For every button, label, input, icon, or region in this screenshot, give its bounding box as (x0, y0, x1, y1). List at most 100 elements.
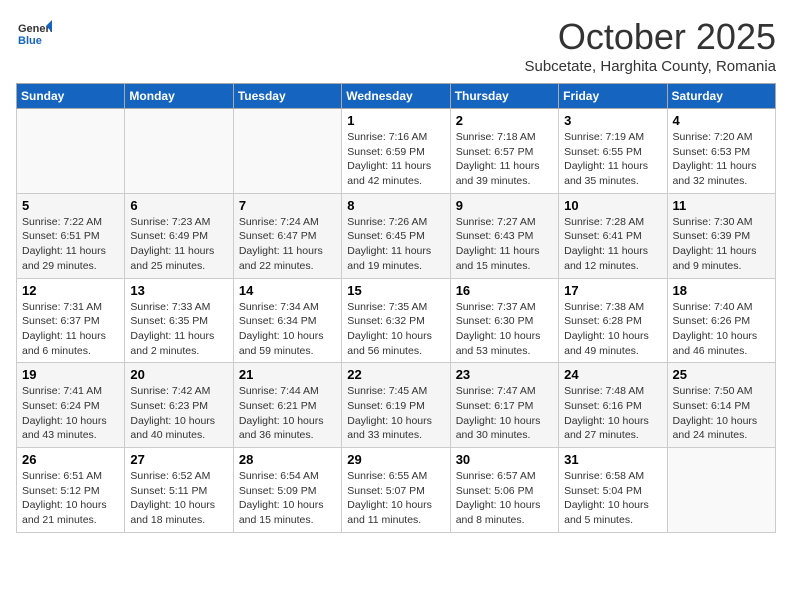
day-number: 28 (239, 452, 336, 467)
day-number: 11 (673, 198, 770, 213)
header-sunday: Sunday (17, 84, 125, 109)
calendar-week-row: 1Sunrise: 7:16 AM Sunset: 6:59 PM Daylig… (17, 109, 776, 194)
day-number: 29 (347, 452, 444, 467)
header-thursday: Thursday (450, 84, 558, 109)
day-number: 30 (456, 452, 553, 467)
day-content: Sunrise: 7:20 AM Sunset: 6:53 PM Dayligh… (673, 130, 770, 189)
day-number: 1 (347, 113, 444, 128)
day-content: Sunrise: 7:33 AM Sunset: 6:35 PM Dayligh… (130, 300, 227, 359)
table-row: 8 Sunrise: 7:26 AM Sunset: 6:45 PM Daylig… (342, 193, 450, 278)
header-tuesday: Tuesday (233, 84, 341, 109)
table-row: 6Sunrise: 7:23 AM Sunset: 6:49 PM Daylig… (125, 193, 233, 278)
logo: General Blue (16, 16, 52, 52)
table-row: 29 Sunrise: 6:55 AM Sunset: 5:07 PM Dayli… (342, 448, 450, 533)
table-row: 5Sunrise: 7:22 AM Sunset: 6:51 PM Daylig… (17, 193, 125, 278)
day-number: 10 (564, 198, 661, 213)
day-number: 22 (347, 367, 444, 382)
day-content: Sunrise: 7:48 AM Sunset: 6:16 PM Dayligh… (564, 384, 661, 443)
table-row: 2Sunrise: 7:18 AM Sunset: 6:57 PM Daylig… (450, 109, 558, 194)
calendar-week-row: 19 Sunrise: 7:41 AM Sunset: 6:24 PM Dayli… (17, 363, 776, 448)
table-row: 9 Sunrise: 7:27 AM Sunset: 6:43 PM Daylig… (450, 193, 558, 278)
day-content: Sunrise: 7:38 AM Sunset: 6:28 PM Dayligh… (564, 300, 661, 359)
table-row: 10 Sunrise: 7:28 AM Sunset: 6:41 PM Dayli… (559, 193, 667, 278)
table-row (233, 109, 341, 194)
day-number: 13 (130, 283, 227, 298)
table-row: 18 Sunrise: 7:40 AM Sunset: 6:26 PM Dayli… (667, 278, 775, 363)
table-row (125, 109, 233, 194)
table-row (667, 448, 775, 533)
day-number: 8 (347, 198, 444, 213)
day-content: Sunrise: 7:41 AM Sunset: 6:24 PM Dayligh… (22, 384, 119, 443)
day-number: 3 (564, 113, 661, 128)
table-row: 7 Sunrise: 7:24 AM Sunset: 6:47 PM Daylig… (233, 193, 341, 278)
day-content: Sunrise: 7:37 AM Sunset: 6:30 PM Dayligh… (456, 300, 553, 359)
day-number: 7 (239, 198, 336, 213)
table-row: 22 Sunrise: 7:45 AM Sunset: 6:19 PM Dayli… (342, 363, 450, 448)
calendar-header-row: Sunday Monday Tuesday Wednesday Thursday… (17, 84, 776, 109)
day-content: Sunrise: 6:55 AM Sunset: 5:07 PM Dayligh… (347, 469, 444, 528)
table-row: 12Sunrise: 7:31 AM Sunset: 6:37 PM Dayli… (17, 278, 125, 363)
day-content: Sunrise: 7:31 AM Sunset: 6:37 PM Dayligh… (22, 300, 119, 359)
day-number: 24 (564, 367, 661, 382)
table-row: 13 Sunrise: 7:33 AM Sunset: 6:35 PM Dayli… (125, 278, 233, 363)
logo-icon: General Blue (16, 16, 52, 52)
day-number: 23 (456, 367, 553, 382)
calendar-subtitle: Subcetate, Harghita County, Romania (524, 58, 776, 75)
calendar-week-row: 12Sunrise: 7:31 AM Sunset: 6:37 PM Dayli… (17, 278, 776, 363)
day-content: Sunrise: 7:44 AM Sunset: 6:21 PM Dayligh… (239, 384, 336, 443)
day-number: 9 (456, 198, 553, 213)
table-row: 25 Sunrise: 7:50 AM Sunset: 6:14 PM Dayli… (667, 363, 775, 448)
day-content: Sunrise: 6:57 AM Sunset: 5:06 PM Dayligh… (456, 469, 553, 528)
calendar-table: Sunday Monday Tuesday Wednesday Thursday… (16, 83, 776, 533)
day-number: 6 (130, 198, 227, 213)
table-row: 20 Sunrise: 7:42 AM Sunset: 6:23 PM Dayli… (125, 363, 233, 448)
day-content: Sunrise: 7:42 AM Sunset: 6:23 PM Dayligh… (130, 384, 227, 443)
day-number: 5 (22, 198, 119, 213)
table-row: 1Sunrise: 7:16 AM Sunset: 6:59 PM Daylig… (342, 109, 450, 194)
table-row: 31Sunrise: 6:58 AM Sunset: 5:04 PM Dayli… (559, 448, 667, 533)
day-content: Sunrise: 7:19 AM Sunset: 6:55 PM Dayligh… (564, 130, 661, 189)
table-row: 3 Sunrise: 7:19 AM Sunset: 6:55 PM Daylig… (559, 109, 667, 194)
day-number: 17 (564, 283, 661, 298)
table-row: 21 Sunrise: 7:44 AM Sunset: 6:21 PM Dayli… (233, 363, 341, 448)
day-number: 27 (130, 452, 227, 467)
day-content: Sunrise: 7:26 AM Sunset: 6:45 PM Dayligh… (347, 215, 444, 274)
table-row: 19 Sunrise: 7:41 AM Sunset: 6:24 PM Dayli… (17, 363, 125, 448)
day-number: 14 (239, 283, 336, 298)
table-row: 17 Sunrise: 7:38 AM Sunset: 6:28 PM Dayli… (559, 278, 667, 363)
table-row: 27 Sunrise: 6:52 AM Sunset: 5:11 PM Dayli… (125, 448, 233, 533)
day-content: Sunrise: 7:24 AM Sunset: 6:47 PM Dayligh… (239, 215, 336, 274)
day-content: Sunrise: 6:58 AM Sunset: 5:04 PM Dayligh… (564, 469, 661, 528)
table-row: 11 Sunrise: 7:30 AM Sunset: 6:39 PM Dayli… (667, 193, 775, 278)
day-content: Sunrise: 7:30 AM Sunset: 6:39 PM Dayligh… (673, 215, 770, 274)
day-content: Sunrise: 7:28 AM Sunset: 6:41 PM Dayligh… (564, 215, 661, 274)
svg-text:Blue: Blue (18, 35, 42, 47)
header-friday: Friday (559, 84, 667, 109)
day-content: Sunrise: 7:34 AM Sunset: 6:34 PM Dayligh… (239, 300, 336, 359)
calendar-week-row: 5Sunrise: 7:22 AM Sunset: 6:51 PM Daylig… (17, 193, 776, 278)
header-monday: Monday (125, 84, 233, 109)
day-content: Sunrise: 7:40 AM Sunset: 6:26 PM Dayligh… (673, 300, 770, 359)
day-number: 15 (347, 283, 444, 298)
day-content: Sunrise: 7:27 AM Sunset: 6:43 PM Dayligh… (456, 215, 553, 274)
calendar-title: October 2025 (524, 16, 776, 58)
day-content: Sunrise: 6:52 AM Sunset: 5:11 PM Dayligh… (130, 469, 227, 528)
day-number: 19 (22, 367, 119, 382)
table-row: 30 Sunrise: 6:57 AM Sunset: 5:06 PM Dayli… (450, 448, 558, 533)
table-row: 15 Sunrise: 7:35 AM Sunset: 6:32 PM Dayli… (342, 278, 450, 363)
table-row: 26Sunrise: 6:51 AM Sunset: 5:12 PM Dayli… (17, 448, 125, 533)
day-number: 16 (456, 283, 553, 298)
table-row (17, 109, 125, 194)
day-number: 21 (239, 367, 336, 382)
day-content: Sunrise: 7:50 AM Sunset: 6:14 PM Dayligh… (673, 384, 770, 443)
day-content: Sunrise: 7:47 AM Sunset: 6:17 PM Dayligh… (456, 384, 553, 443)
header-wednesday: Wednesday (342, 84, 450, 109)
day-content: Sunrise: 6:51 AM Sunset: 5:12 PM Dayligh… (22, 469, 119, 528)
day-number: 18 (673, 283, 770, 298)
day-content: Sunrise: 7:45 AM Sunset: 6:19 PM Dayligh… (347, 384, 444, 443)
day-number: 25 (673, 367, 770, 382)
day-content: Sunrise: 7:35 AM Sunset: 6:32 PM Dayligh… (347, 300, 444, 359)
day-content: Sunrise: 6:54 AM Sunset: 5:09 PM Dayligh… (239, 469, 336, 528)
day-number: 20 (130, 367, 227, 382)
calendar-week-row: 26Sunrise: 6:51 AM Sunset: 5:12 PM Dayli… (17, 448, 776, 533)
